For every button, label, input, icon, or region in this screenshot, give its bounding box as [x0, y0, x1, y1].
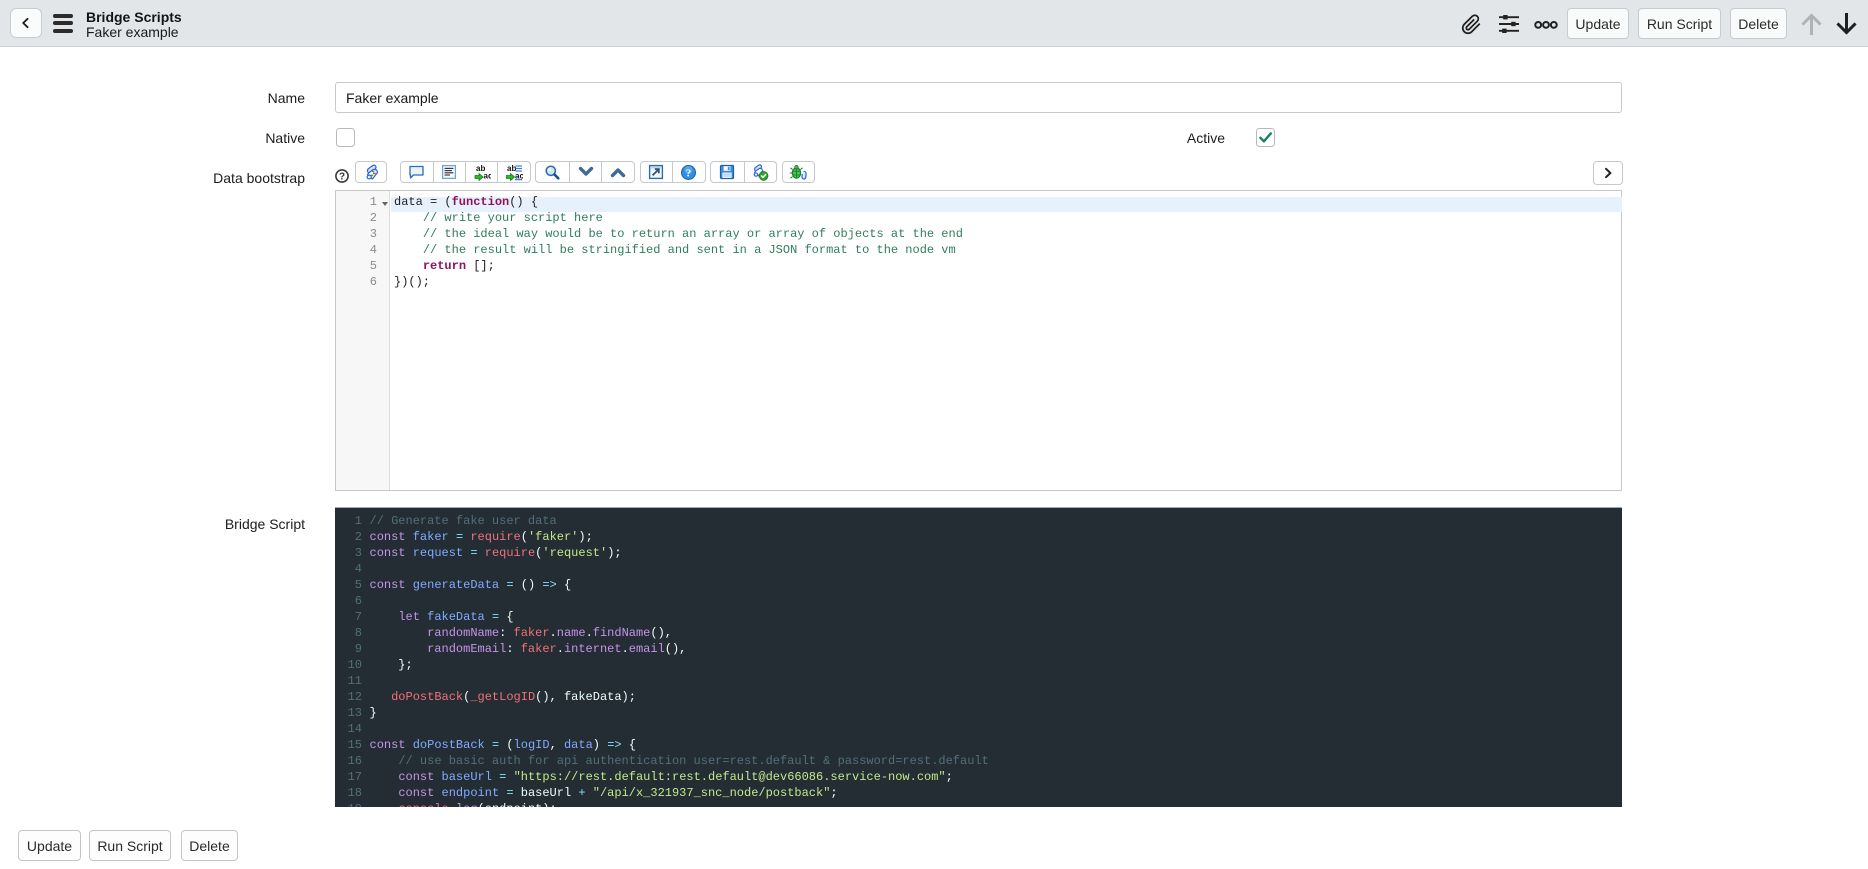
svg-text:?: ?	[339, 171, 345, 182]
svg-text:?: ?	[686, 167, 692, 179]
svg-text:ac: ac	[483, 171, 491, 180]
